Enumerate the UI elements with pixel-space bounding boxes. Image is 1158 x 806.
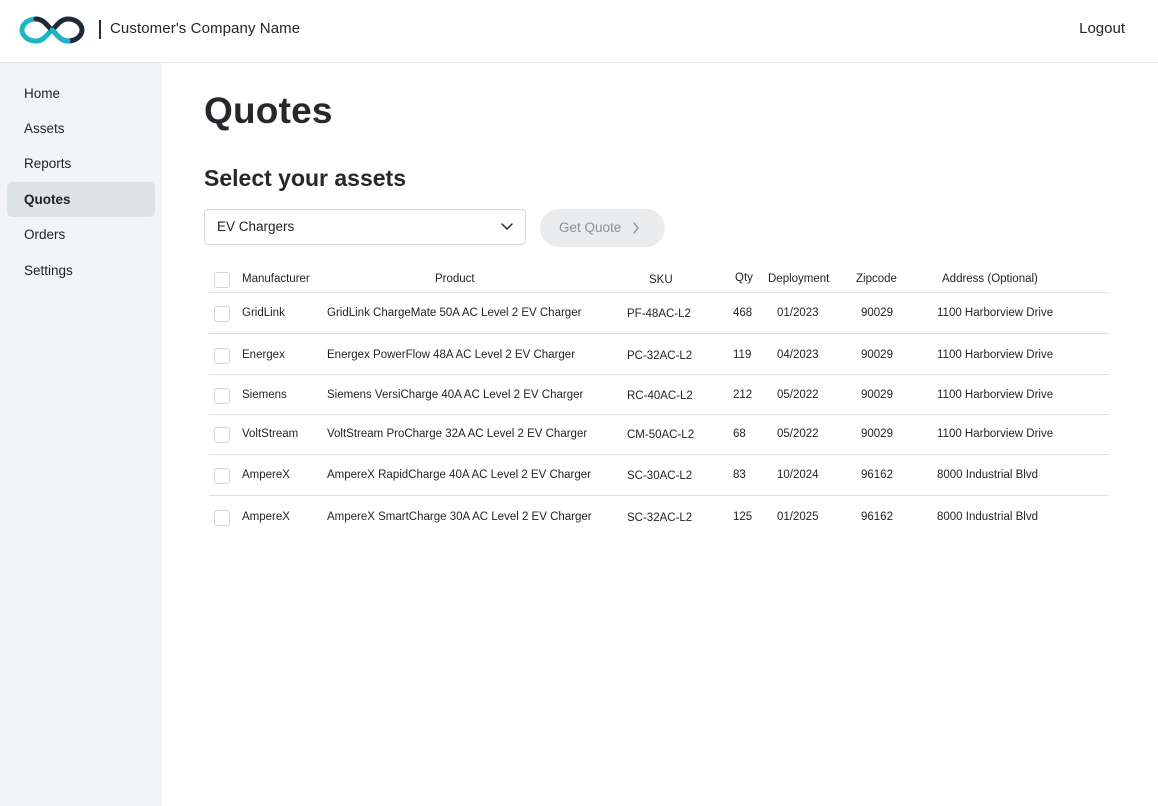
cell-product: Siemens VersiCharge 40A AC Level 2 EV Ch… xyxy=(327,389,584,401)
cell-sku: RC-40AC-L2 xyxy=(627,390,693,402)
cell-address: 1100 Harborview Drive xyxy=(937,307,1054,319)
cell-zipcode: 90029 xyxy=(861,307,893,319)
cell-address: 1100 Harborview Drive xyxy=(937,349,1054,361)
column-header-qty: Qty xyxy=(735,272,753,284)
column-header-product: Product xyxy=(435,273,475,285)
cell-product: Energex PowerFlow 48A AC Level 2 EV Char… xyxy=(327,349,576,361)
cell-address: 1100 Harborview Drive xyxy=(937,389,1054,401)
cell-zipcode: 90029 xyxy=(861,349,893,361)
sidebar-item-reports[interactable]: Reports xyxy=(7,146,155,181)
sidebar-item-quotes[interactable]: Quotes xyxy=(7,182,155,217)
cell-deployment: 05/2022 xyxy=(777,428,819,440)
table-divider xyxy=(209,333,1109,334)
cell-manufacturer: VoltStream xyxy=(242,428,299,440)
table-divider xyxy=(209,374,1109,375)
cell-qty: 212 xyxy=(733,389,753,401)
cell-zipcode: 96162 xyxy=(861,511,893,523)
table-divider xyxy=(209,495,1109,496)
infinity-logo xyxy=(19,16,85,44)
cell-deployment: 01/2025 xyxy=(777,511,819,523)
page-title: Quotes xyxy=(204,90,333,131)
logout-link[interactable]: Logout xyxy=(1079,20,1125,37)
cell-qty: 83 xyxy=(733,469,746,481)
row-checkbox[interactable] xyxy=(214,348,230,364)
top-header: Customer's Company Name Logout xyxy=(0,0,1158,63)
chevron-right-icon xyxy=(633,222,639,234)
cell-address: 8000 Industrial Blvd xyxy=(937,511,1039,523)
cell-qty: 468 xyxy=(733,307,753,319)
column-header-zipcode: Zipcode xyxy=(856,273,897,285)
cell-manufacturer: Energex xyxy=(242,349,285,361)
cell-product: AmpereX RapidCharge 40A AC Level 2 EV Ch… xyxy=(327,469,592,481)
row-checkbox[interactable] xyxy=(214,427,230,443)
select-all-checkbox[interactable] xyxy=(214,272,230,288)
sidebar-item-home[interactable]: Home xyxy=(7,76,155,111)
row-checkbox[interactable] xyxy=(214,388,230,404)
cell-sku: SC-32AC-L2 xyxy=(627,512,693,524)
table-divider xyxy=(209,292,1109,293)
company-name: Customer's Company Name xyxy=(110,20,301,37)
table-divider xyxy=(209,454,1109,455)
cell-deployment: 01/2023 xyxy=(777,307,819,319)
get-quote-label: Get Quote xyxy=(559,220,622,235)
cell-zipcode: 90029 xyxy=(861,428,893,440)
chevron-down-icon xyxy=(501,223,513,230)
cell-address: 8000 Industrial Blvd xyxy=(937,469,1039,481)
cell-manufacturer: AmpereX xyxy=(242,469,290,481)
section-title: Select your assets xyxy=(204,165,407,191)
row-checkbox[interactable] xyxy=(214,510,230,526)
sidebar-item-assets[interactable]: Assets xyxy=(7,111,155,146)
cell-manufacturer: GridLink xyxy=(242,307,285,319)
cell-deployment: 04/2023 xyxy=(777,349,819,361)
column-header-sku: SKU xyxy=(649,274,673,286)
cell-zipcode: 90029 xyxy=(861,389,893,401)
cell-manufacturer: Siemens xyxy=(242,389,287,401)
sidebar-item-settings[interactable]: Settings xyxy=(7,253,155,288)
cell-qty: 68 xyxy=(733,428,746,440)
cell-zipcode: 96162 xyxy=(861,469,893,481)
cell-deployment: 05/2022 xyxy=(777,389,819,401)
brand-divider xyxy=(99,20,101,39)
table-divider xyxy=(209,414,1109,415)
sidebar-item-orders[interactable]: Orders xyxy=(7,217,155,252)
row-checkbox[interactable] xyxy=(214,468,230,484)
asset-type-select-value: EV Chargers xyxy=(217,219,295,234)
cell-qty: 125 xyxy=(733,511,753,523)
cell-sku: PC-32AC-L2 xyxy=(627,350,693,362)
row-checkbox[interactable] xyxy=(214,306,230,322)
cell-product: AmpereX SmartCharge 30A AC Level 2 EV Ch… xyxy=(327,511,592,523)
column-header-deployment: Deployment xyxy=(768,273,830,285)
cell-qty: 119 xyxy=(733,349,752,361)
cell-product: GridLink ChargeMate 50A AC Level 2 EV Ch… xyxy=(327,307,582,319)
column-header-address: Address (Optional) xyxy=(942,273,1038,285)
cell-address: 1100 Harborview Drive xyxy=(937,428,1054,440)
column-header-manufacturer: Manufacturer xyxy=(242,273,310,285)
cell-sku: PF-48AC-L2 xyxy=(627,308,691,320)
cell-sku: CM-50AC-L2 xyxy=(627,429,695,441)
cell-manufacturer: AmpereX xyxy=(242,511,290,523)
get-quote-button[interactable]: Get Quote xyxy=(540,209,665,247)
asset-type-select[interactable]: EV Chargers xyxy=(204,209,526,245)
sidebar: Home Assets Reports Quotes Orders Settin… xyxy=(0,63,162,806)
cell-product: VoltStream ProCharge 32A AC Level 2 EV C… xyxy=(327,428,588,440)
cell-sku: SC-30AC-L2 xyxy=(627,470,693,482)
cell-deployment: 10/2024 xyxy=(777,469,819,481)
